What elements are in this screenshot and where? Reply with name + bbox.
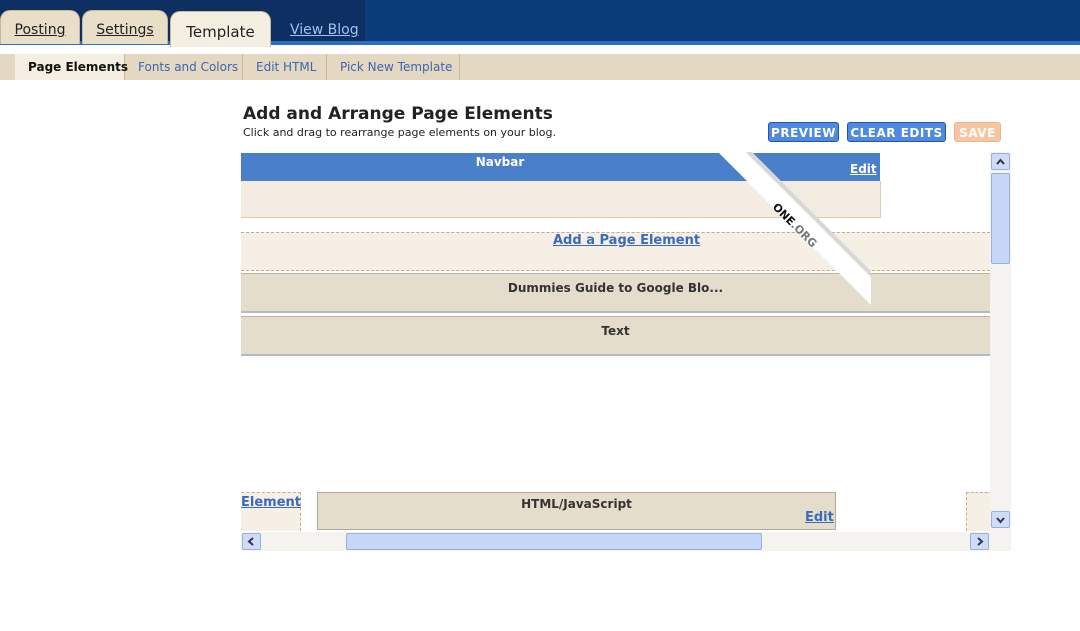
widget-blog-title-label: Dummies Guide to Google Blo... — [507, 281, 724, 295]
chevron-right-icon — [977, 537, 984, 546]
save-button[interactable]: SAVE — [954, 122, 1001, 142]
subnav-edit-html[interactable]: Edit HTML — [243, 54, 327, 80]
subnav-page-elements[interactable]: Page Elements — [15, 54, 128, 80]
scroll-down-button[interactable] — [991, 511, 1010, 528]
page-subtitle: Click and drag to rearrange page element… — [243, 126, 556, 139]
add-element-left-link[interactable]: Element — [241, 495, 301, 510]
subnav-pick-new-template[interactable]: Pick New Template — [327, 54, 460, 80]
tab-posting[interactable]: Posting — [0, 10, 80, 44]
chevron-up-icon — [996, 158, 1005, 165]
widget-blog-title[interactable]: Dummies Guide to Google Blo... — [241, 273, 990, 313]
one-org-ribbon: ONE.ORG — [718, 152, 871, 305]
subnav-fonts-and-colors[interactable]: Fonts and Colors — [125, 54, 243, 80]
tab-template[interactable]: Template — [170, 11, 271, 47]
widget-html-javascript-title: HTML/JavaScript — [521, 497, 632, 511]
preview-button[interactable]: PREVIEW — [768, 122, 839, 142]
html-widget-edit-link[interactable]: Edit — [805, 510, 834, 525]
chevron-left-icon — [247, 537, 254, 546]
widget-text-label: Text — [601, 324, 630, 338]
scroll-left-button[interactable] — [242, 533, 261, 550]
navbar-widget-title: Navbar — [475, 155, 525, 169]
page-title: Add and Arrange Page Elements — [243, 104, 553, 124]
horizontal-scroll-thumb[interactable] — [346, 533, 762, 550]
add-page-element-link[interactable]: Add a Page Element — [553, 233, 700, 248]
vertical-scroll-thumb[interactable] — [991, 173, 1010, 264]
vertical-scrollbar[interactable] — [990, 152, 1011, 532]
widget-text[interactable]: Text — [241, 316, 990, 356]
tab-settings[interactable]: Settings — [82, 10, 168, 44]
layout-editor-viewport[interactable]: Navbar Edit Add a Page Element Dummies G… — [241, 152, 1011, 551]
scroll-right-button[interactable] — [970, 533, 989, 550]
scroll-up-button[interactable] — [991, 153, 1010, 170]
sub-navigation: Page Elements Fonts and Colors Edit HTML… — [0, 54, 1080, 80]
horizontal-scrollbar[interactable] — [241, 532, 1011, 551]
view-blog-link[interactable]: View Blog — [290, 22, 359, 38]
clear-edits-button[interactable]: CLEAR EDITS — [847, 122, 946, 142]
chevron-down-icon — [996, 517, 1005, 524]
